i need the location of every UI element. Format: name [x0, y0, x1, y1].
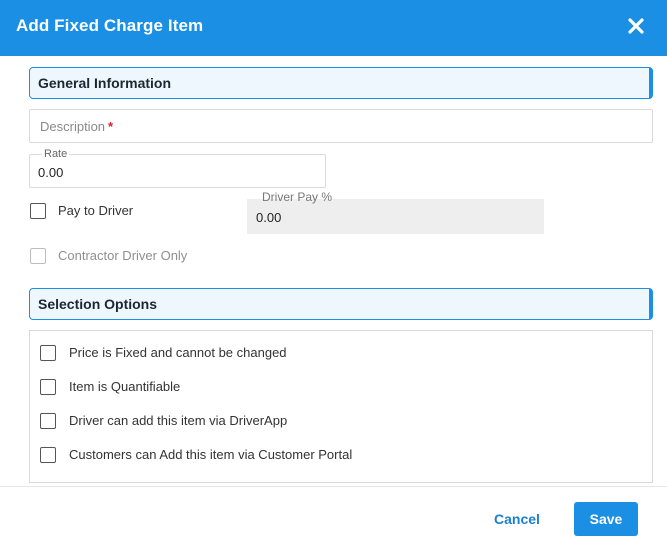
driver-pay-value: 0.00	[256, 210, 282, 225]
rate-input[interactable]: 0.00	[29, 154, 326, 188]
customer-portal-label: Customers can Add this item via Customer…	[69, 447, 353, 462]
customer-portal-checkbox[interactable]	[40, 447, 56, 463]
close-icon[interactable]	[625, 15, 647, 37]
driver-app-checkbox[interactable]	[40, 413, 56, 429]
contractor-driver-only-label: Contractor Driver Only	[58, 248, 188, 263]
driver-app-label: Driver can add this item via DriverApp	[69, 413, 288, 428]
price-fixed-label: Price is Fixed and cannot be changed	[69, 345, 287, 360]
description-input[interactable]: Description *	[29, 109, 653, 143]
general-information-title: General Information	[38, 75, 172, 91]
driver-pay-label: Driver Pay %	[262, 190, 333, 204]
general-information-header: General Information	[29, 67, 653, 99]
cancel-button[interactable]: Cancel	[484, 502, 550, 536]
driver-pay-field	[247, 199, 544, 234]
dialog-title: Add Fixed Charge Item	[16, 16, 204, 35]
rate-value: 0.00	[38, 165, 64, 180]
selection-options-title: Selection Options	[38, 296, 158, 312]
contractor-driver-only-checkbox	[30, 248, 46, 264]
price-fixed-checkbox[interactable]	[40, 345, 56, 361]
description-placeholder: Description *	[40, 119, 114, 134]
rate-label: Rate	[42, 148, 70, 160]
footer-divider	[0, 486, 667, 487]
selection-options-header: Selection Options	[29, 288, 653, 320]
pay-to-driver-checkbox[interactable]	[30, 203, 46, 219]
pay-to-driver-label: Pay to Driver	[58, 203, 134, 218]
dialog-header: Add Fixed Charge Item	[0, 0, 667, 56]
save-button[interactable]: Save	[574, 502, 638, 536]
item-quantifiable-label: Item is Quantifiable	[69, 379, 181, 394]
required-marker: *	[108, 119, 114, 134]
item-quantifiable-checkbox[interactable]	[40, 379, 56, 395]
